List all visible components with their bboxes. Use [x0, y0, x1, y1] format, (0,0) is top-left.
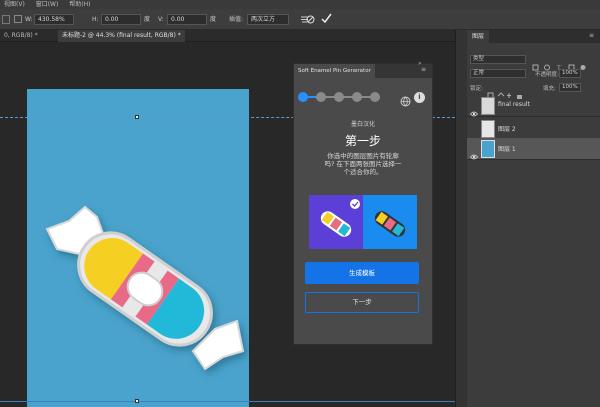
opacity-input[interactable]: 100% — [559, 69, 581, 78]
step-dot-2[interactable] — [316, 92, 326, 102]
visibility-eye-icon[interactable] — [469, 145, 479, 160]
layers-panel: 图层 ≡ 类型 T 正常 不透明度: 100% 锁定: 填充: 100% fin… — [467, 30, 600, 407]
layers-tabbar: 图层 ≡ — [467, 30, 600, 43]
layer-thumbnail — [481, 140, 495, 158]
layer-row-1[interactable]: 图层 1 — [467, 138, 600, 160]
option-card-outlined[interactable] — [309, 195, 363, 249]
cancel-icon[interactable] — [306, 15, 315, 24]
options-bar: W: 430.58% H: 0.00 度 V: 0.00 度 插值: 两次立方 — [0, 9, 600, 30]
opacity-label: 不透明度: — [535, 72, 559, 78]
layer-name[interactable]: final result — [498, 101, 530, 108]
degree-label: 度 — [144, 16, 151, 23]
layer-thumbnail — [481, 120, 495, 138]
link-icon[interactable] — [14, 15, 22, 23]
step-dot-5[interactable] — [370, 92, 380, 102]
transform-handle-top[interactable] — [135, 115, 139, 119]
panel-menu-icon[interactable]: ≡ — [421, 66, 426, 73]
visibility-eye-icon[interactable] — [469, 102, 479, 117]
layer-thumbnail — [481, 97, 495, 115]
plugin-panel: Soft Enamel Pin Generator ≡ » i 墨白汉化 第一步… — [293, 60, 433, 345]
layer-filter-select[interactable]: 类型 — [470, 55, 526, 64]
plugin-tab-title[interactable]: Soft Enamel Pin Generator — [294, 64, 375, 78]
option-card-plain[interactable] — [363, 195, 417, 249]
step-indicator — [298, 92, 388, 102]
candy-outlined-preview — [320, 199, 360, 237]
layer-filter-icons[interactable]: T — [531, 56, 595, 72]
desc-line-3: 个适合你的。 — [343, 168, 383, 176]
candy-pin-illustration — [45, 205, 245, 371]
menu-bar: 视图(V) 窗口(W) 帮助(H) — [0, 0, 600, 9]
layer-row-final-result[interactable]: final result — [467, 95, 600, 117]
fill-label: 填充: — [543, 86, 556, 92]
lock-icons[interactable] — [487, 84, 527, 99]
plugin-tabbar: Soft Enamel Pin Generator ≡ — [294, 64, 432, 78]
guide-line-bottom — [0, 401, 455, 402]
info-icon[interactable]: i — [414, 92, 425, 103]
h-label: H: — [92, 16, 99, 23]
menu-help[interactable]: 帮助(H) — [69, 0, 90, 9]
layer-name[interactable]: 图层 1 — [498, 144, 516, 153]
next-step-button[interactable]: 下一步 — [305, 292, 419, 313]
transform-handle-bottom[interactable] — [135, 399, 139, 403]
layer-name[interactable]: 图层 2 — [498, 124, 516, 133]
globe-icon[interactable] — [400, 92, 411, 111]
blend-mode-select[interactable]: 正常 — [470, 69, 526, 78]
step-title: 第一步 — [344, 134, 381, 148]
interpolation-label: 插值: — [229, 16, 244, 23]
step-dot-1[interactable] — [298, 92, 308, 102]
candy-plain-preview — [374, 211, 406, 237]
lock-label: 锁定: — [470, 86, 483, 92]
tab-document-2[interactable]: 未标题-2 @ 44.3% (final result, RGB/8) * — [58, 30, 185, 42]
degree-label-2: 度 — [210, 16, 217, 23]
desc-line-1: 你选中的图层图片有轮廓 — [327, 152, 399, 160]
desc-line-2: 吗? 在下面两张图片选择一 — [324, 160, 402, 168]
width-input[interactable]: 430.58% — [34, 14, 74, 25]
collapsed-panel-strip — [455, 30, 467, 407]
layer-row-2[interactable]: 图层 2 — [467, 118, 600, 140]
fill-input[interactable]: 100% — [559, 83, 581, 92]
vertical-input[interactable]: 0.00 — [167, 14, 207, 25]
reference-point-icon[interactable] — [2, 15, 10, 24]
menu-view[interactable]: 视图(V) — [4, 0, 25, 9]
collapse-icon[interactable]: » — [418, 60, 422, 67]
layers-menu-icon[interactable]: ≡ — [589, 32, 594, 39]
step-dot-3[interactable] — [334, 92, 344, 102]
menu-window[interactable]: 窗口(W) — [36, 0, 59, 9]
tab-layers[interactable]: 图层 — [467, 30, 489, 43]
commit-check-icon[interactable] — [321, 13, 332, 24]
height-input[interactable]: 0.00 — [101, 14, 141, 25]
step-description: 你选中的图层图片有轮廓 吗? 在下面两张图片选择一 个适合你的。 — [302, 152, 424, 176]
v-label: V: — [158, 16, 164, 23]
brand-label: 墨白汉化 — [350, 121, 375, 128]
document-tabs: 0, RGB/8) * 未标题-2 @ 44.3% (final result,… — [0, 30, 455, 42]
generate-template-button[interactable]: 生成模板 — [305, 262, 419, 284]
tab-document-1[interactable]: 0, RGB/8) * — [0, 30, 42, 42]
w-label: W: — [25, 16, 33, 23]
document-canvas[interactable] — [27, 89, 249, 407]
step-dot-4[interactable] — [352, 92, 362, 102]
interpolation-select[interactable]: 两次立方 — [247, 14, 289, 25]
